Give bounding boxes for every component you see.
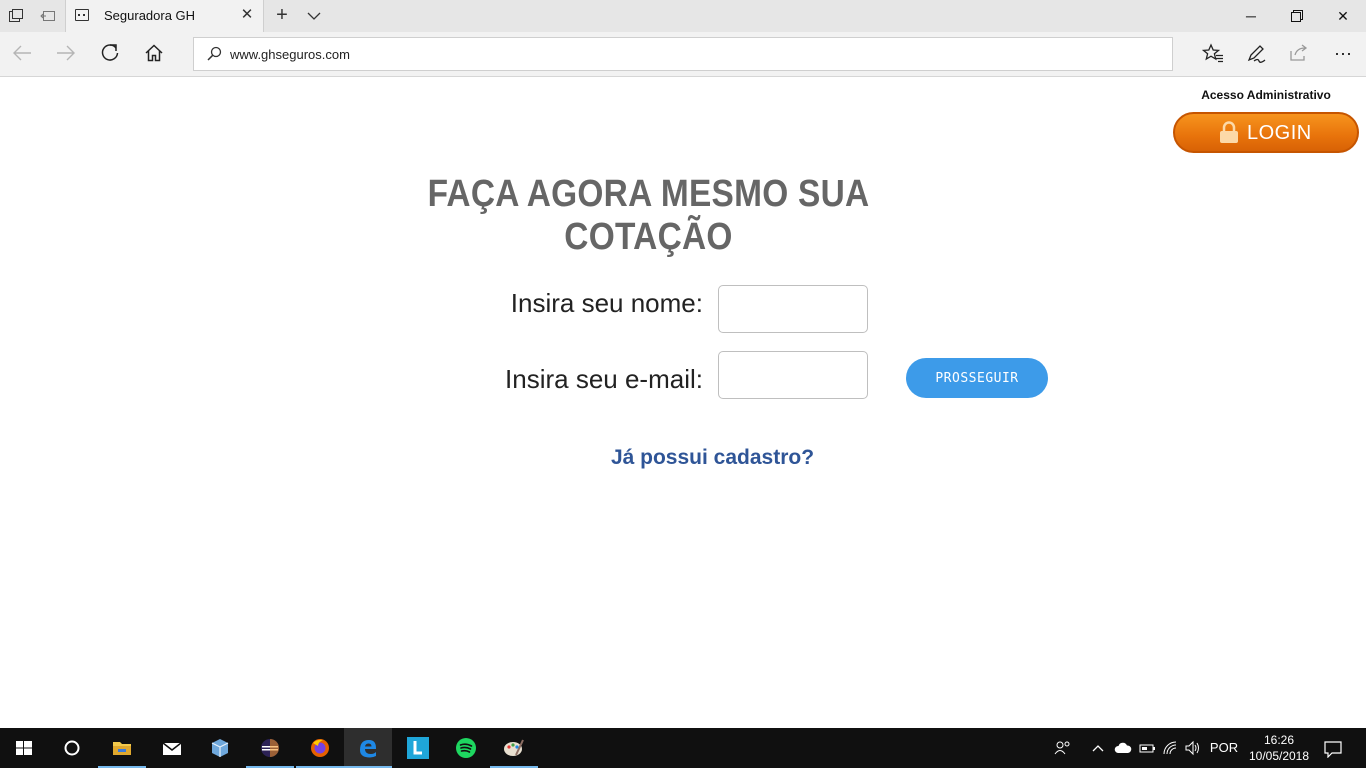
tab-seguradora-gh[interactable]: Seguradora GH ✕ — [65, 0, 264, 32]
action-center-icon[interactable] — [1322, 740, 1344, 762]
web-notes-pen-icon[interactable] — [1244, 42, 1268, 66]
mail-icon[interactable] — [148, 728, 196, 768]
search-icon — [206, 46, 222, 62]
battery-icon[interactable] — [1138, 740, 1156, 760]
minimize-icon[interactable]: ─ — [1228, 0, 1274, 32]
tab-manager-icon[interactable] — [8, 8, 24, 24]
page-headline: FAÇA AGORA MESMO SUA COTAÇÃO — [427, 173, 870, 258]
close-tab-icon[interactable]: ✕ — [238, 6, 256, 24]
address-url[interactable]: www.ghseguros.com — [230, 47, 350, 62]
virtualbox-icon[interactable] — [196, 728, 244, 768]
input-language[interactable]: POR — [1208, 740, 1240, 756]
restore-icon[interactable] — [1274, 0, 1320, 32]
admin-access-label: Acesso Administrativo — [1201, 88, 1331, 102]
cortana-search-icon[interactable] — [48, 728, 96, 768]
name-input[interactable] — [718, 285, 868, 333]
refresh-icon[interactable] — [98, 42, 122, 66]
clock[interactable]: 16:26 10/05/2018 — [1246, 732, 1312, 764]
favorites-star-icon[interactable] — [1201, 42, 1225, 66]
email-input[interactable] — [718, 351, 868, 399]
file-explorer-icon[interactable] — [98, 728, 146, 768]
eclipse-icon[interactable] — [246, 728, 294, 768]
back-arrow-icon[interactable] — [10, 42, 34, 66]
home-icon[interactable] — [142, 42, 166, 66]
new-tab-icon[interactable]: + — [272, 5, 292, 25]
l-app-icon[interactable] — [394, 728, 442, 768]
forward-arrow-icon[interactable] — [54, 42, 78, 66]
name-field-label: Insira seu nome: — [510, 288, 703, 318]
windows-start-icon[interactable] — [0, 728, 48, 768]
paint-icon[interactable] — [490, 728, 538, 768]
tab-preview-chevron-icon[interactable] — [305, 7, 323, 25]
spotify-icon[interactable] — [442, 728, 490, 768]
show-hidden-icons-chevron-icon[interactable] — [1090, 740, 1106, 760]
people-icon[interactable] — [1054, 740, 1072, 760]
login-button-label: LOGIN — [1247, 122, 1312, 144]
lock-icon — [1219, 121, 1239, 143]
login-button[interactable]: LOGIN — [1173, 112, 1359, 153]
edge-icon[interactable] — [344, 728, 392, 768]
browser-nav-bar: www.ghseguros.com ⋯ — [0, 32, 1366, 77]
firefox-icon[interactable] — [296, 728, 344, 768]
close-window-icon[interactable]: ✕ — [1320, 0, 1366, 32]
page-content: Acesso Administrativo LOGIN FAÇA AGORA M… — [0, 77, 1366, 728]
already-registered-link[interactable]: Já possui cadastro? — [560, 446, 865, 470]
more-options-icon[interactable]: ⋯ — [1331, 42, 1355, 66]
email-field-label: Insira seu e-mail: — [505, 364, 703, 394]
windows-taskbar: POR 16:26 10/05/2018 — [0, 728, 1366, 768]
browser-tab-bar: Seguradora GH ✕ + ─ ✕ — [0, 0, 1366, 32]
set-aside-tabs-icon[interactable] — [40, 8, 56, 24]
address-bar[interactable]: www.ghseguros.com — [193, 37, 1173, 71]
tab-title: Seguradora GH — [104, 8, 196, 23]
page-favicon-icon — [75, 9, 89, 21]
clock-date: 10/05/2018 — [1248, 749, 1310, 763]
volume-icon[interactable] — [1184, 740, 1202, 760]
proceed-button[interactable]: PROSSEGUIR — [906, 358, 1048, 398]
onedrive-cloud-icon[interactable] — [1114, 740, 1132, 760]
share-icon[interactable] — [1287, 42, 1311, 66]
clock-time: 16:26 — [1263, 733, 1295, 747]
wifi-icon[interactable] — [1162, 740, 1180, 760]
